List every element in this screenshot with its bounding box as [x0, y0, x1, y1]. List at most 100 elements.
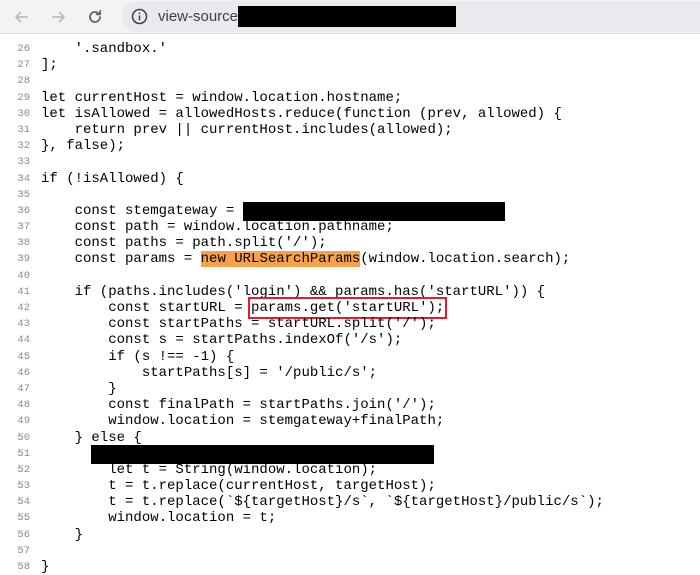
code-line: 45 if (s !== -1) { [0, 349, 700, 365]
code-line: 53 t = t.replace(currentHost, targetHost… [0, 478, 700, 494]
code-line: 48 const finalPath = startPaths.join('/'… [0, 397, 700, 413]
code-text: }, false); [41, 138, 126, 155]
code-line: 47 } [0, 381, 700, 397]
line-source: } [41, 380, 117, 397]
redaction-bar [242, 201, 505, 221]
info-icon[interactable] [131, 8, 148, 25]
line-source: let isAllowed = allowedHosts.reduce(func… [41, 106, 562, 122]
line-number: 29 [17, 91, 30, 104]
code-line: 55 window.location = t; [0, 510, 700, 526]
code-line: 43 const startPaths = startURL.split('/'… [0, 316, 700, 332]
line-source: const paths = path.split('/'); [41, 235, 327, 251]
code-text: const params = [41, 251, 201, 268]
code-text: startPaths[s] = '/public/s'; [41, 364, 378, 381]
code-text: const path = window.location.pathname; [41, 219, 394, 236]
code-text: if (paths.includes('login') && params.ha… [41, 283, 546, 300]
code-line: 44 const s = startPaths.indexOf('/s'); [0, 332, 700, 348]
line-number: 53 [17, 480, 30, 493]
code-line: 36 const stemgateway = [0, 201, 700, 221]
redaction-bar [91, 444, 435, 464]
code-text: const startPaths = startURL.split('/'); [41, 316, 436, 333]
line-number: 32 [17, 140, 30, 153]
line-number: 48 [17, 399, 30, 412]
code-line: 26 '.sandbox.' [0, 41, 700, 57]
code-line: 28 [0, 73, 700, 89]
line-number: 45 [17, 350, 30, 363]
code-text: (window.location.search); [360, 251, 571, 268]
line-source: } else { [41, 430, 142, 446]
line-number: 52 [17, 463, 30, 476]
line-source: const params = new URLSearchParams(windo… [41, 251, 571, 268]
line-source: const s = startPaths.indexOf('/s'); [41, 332, 402, 348]
line-source: if (paths.includes('login') && params.ha… [41, 283, 546, 300]
line-number: 31 [17, 123, 30, 136]
code-text: ]; [41, 57, 58, 74]
code-line: 50 } else { [0, 430, 700, 446]
line-number: 42 [17, 302, 30, 314]
line-source: const path = window.location.pathname; [41, 219, 394, 235]
line-number: 49 [17, 415, 30, 428]
back-arrow-icon [15, 11, 28, 23]
line-number: 34 [17, 172, 30, 185]
address-redaction [238, 6, 456, 27]
code-line: 52 let t = String(window.location); [0, 462, 700, 478]
line-number: 47 [17, 382, 30, 395]
code-text: return prev || currentHost.includes(allo… [41, 121, 453, 138]
code-text: t = t.replace(currentHost, targetHost); [41, 478, 436, 495]
code-line: 29 let currentHost = window.location.host… [0, 90, 700, 106]
line-number: 36 [17, 204, 30, 217]
line-number: 51 [17, 447, 30, 460]
line-number: 43 [17, 318, 30, 331]
code-line: 41 if (paths.includes('login') && params… [0, 284, 700, 300]
line-source: '.sandbox.' [41, 41, 167, 57]
line-source: } [41, 527, 83, 543]
back-button[interactable] [8, 4, 34, 30]
code-text: let isAllowed = allowedHosts.reduce(func… [41, 105, 562, 122]
line-source: }, false); [41, 138, 125, 154]
line-source: if (!isAllowed) { [41, 171, 184, 187]
line-number: 55 [17, 512, 30, 525]
line-source: return prev || currentHost.includes(allo… [41, 122, 453, 138]
line-source: let t = String(window.location); [41, 462, 377, 478]
line-number: 38 [17, 237, 30, 250]
line-number: 30 [17, 107, 30, 120]
code-text: } [41, 526, 84, 543]
code-text: } else { [41, 429, 142, 446]
forward-arrow-icon [52, 11, 65, 23]
code-line: 57 [0, 543, 700, 559]
code-text: window.location = t; [41, 510, 277, 527]
reload-button[interactable] [82, 4, 108, 30]
line-number: 50 [17, 431, 30, 444]
code-text: const finalPath = startPaths.join('/'); [41, 397, 436, 414]
boxed-code: params.get('startURL'); [248, 297, 448, 319]
line-number: 54 [17, 496, 30, 509]
line-number: 46 [17, 366, 30, 379]
line-number: 37 [17, 221, 30, 234]
line-number: 27 [17, 59, 30, 72]
code-line: 37 const path = window.location.pathname… [0, 219, 700, 235]
line-number: 41 [17, 285, 30, 298]
line-number: 26 [17, 43, 30, 55]
code-text: window.location = stemgateway+finalPath; [41, 413, 445, 430]
code-line: 27]; [0, 57, 700, 73]
line-number: 39 [17, 253, 30, 266]
line-source: const startPaths = startURL.split('/'); [41, 316, 436, 332]
code-line: 49 window.location = stemgateway+finalPa… [0, 413, 700, 429]
code-line: 40 [0, 268, 700, 284]
address-bar[interactable]: view-source: [122, 1, 700, 32]
code-text: const stemgateway = [41, 202, 243, 219]
line-source: t = t.replace(currentHost, targetHost); [41, 478, 436, 494]
code-line: 32 }, false); [0, 138, 700, 154]
code-text: } [41, 380, 117, 397]
forward-button[interactable] [46, 4, 72, 30]
code-text: let t = String(window.location); [41, 461, 378, 478]
code-line: 46 startPaths[s] = '/public/s'; [0, 365, 700, 381]
source-code-view: 26 '.sandbox.' 27]; 28 29 let currentHost = … [0, 41, 700, 575]
line-number: 58 [17, 561, 30, 573]
code-line: 33 [0, 154, 700, 170]
code-text: if (s !== -1) { [41, 348, 235, 365]
code-line: 51 [0, 444, 700, 464]
reload-icon [89, 9, 102, 23]
code-text: } [41, 559, 50, 575]
